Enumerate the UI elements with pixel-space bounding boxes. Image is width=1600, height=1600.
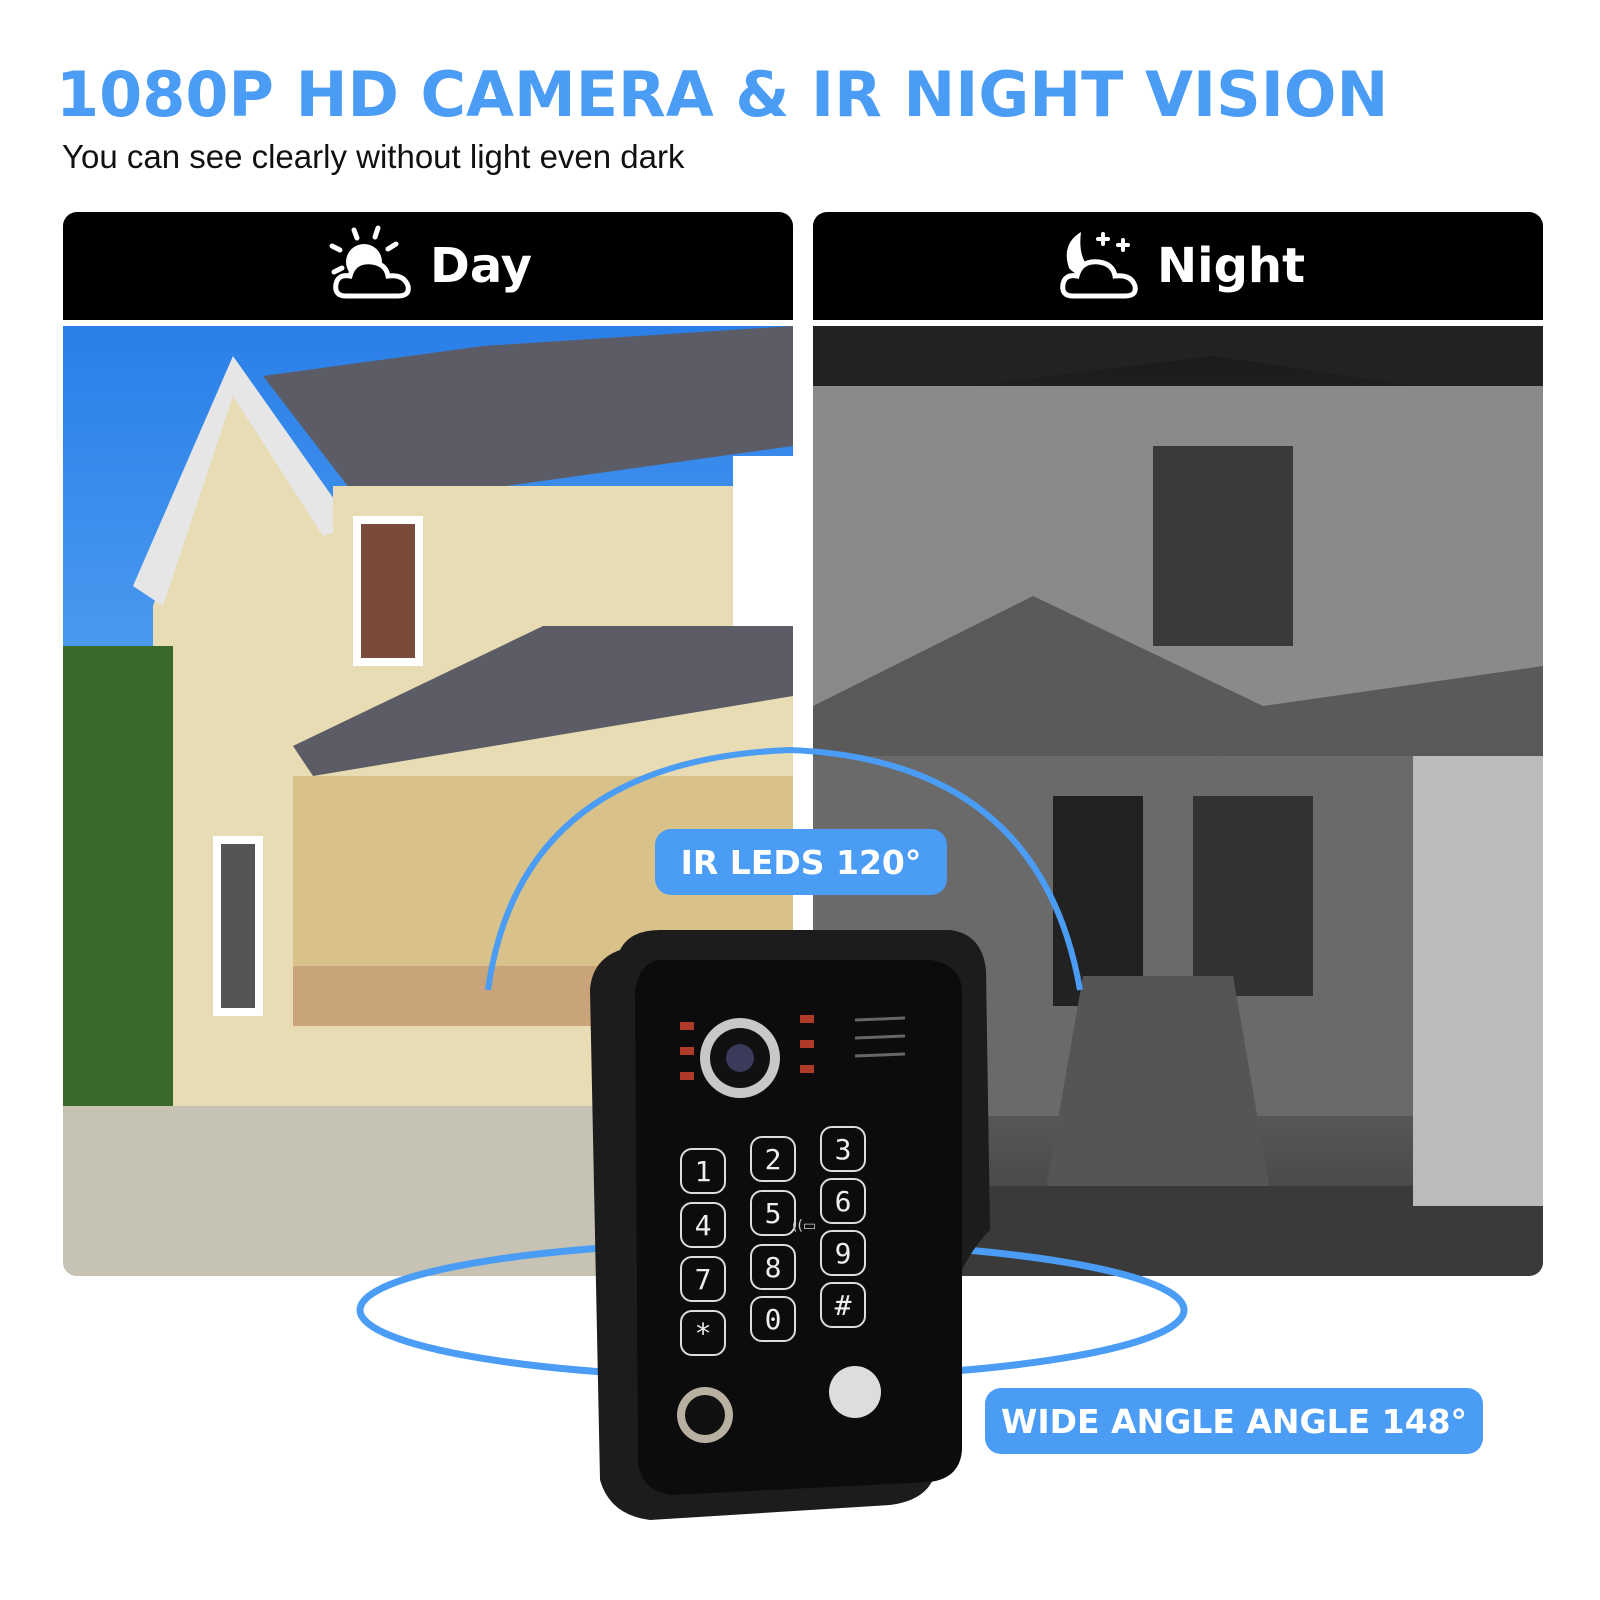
key-6[interactable]: 6	[820, 1178, 866, 1224]
key-5[interactable]: 5	[750, 1190, 796, 1236]
key-9[interactable]: 9	[820, 1230, 866, 1276]
doorbell-device: 1 2 3 4 5 6 7 8 9 * 0 # ((▭	[590, 930, 990, 1520]
key-1[interactable]: 1	[680, 1148, 726, 1194]
key-0[interactable]: 0	[750, 1296, 796, 1342]
key-8[interactable]: 8	[750, 1244, 796, 1290]
wide-angle-badge: WIDE ANGLE ANGLE 148°	[985, 1388, 1483, 1454]
key-hash[interactable]: #	[820, 1282, 866, 1328]
key-2[interactable]: 2	[750, 1136, 796, 1182]
key-3[interactable]: 3	[820, 1126, 866, 1172]
key-4[interactable]: 4	[680, 1202, 726, 1248]
key-7[interactable]: 7	[680, 1256, 726, 1302]
rfid-card-icon: ((▭	[792, 1218, 817, 1234]
ir-leds-badge: IR LEDS 120°	[655, 829, 947, 895]
key-star[interactable]: *	[680, 1310, 726, 1356]
